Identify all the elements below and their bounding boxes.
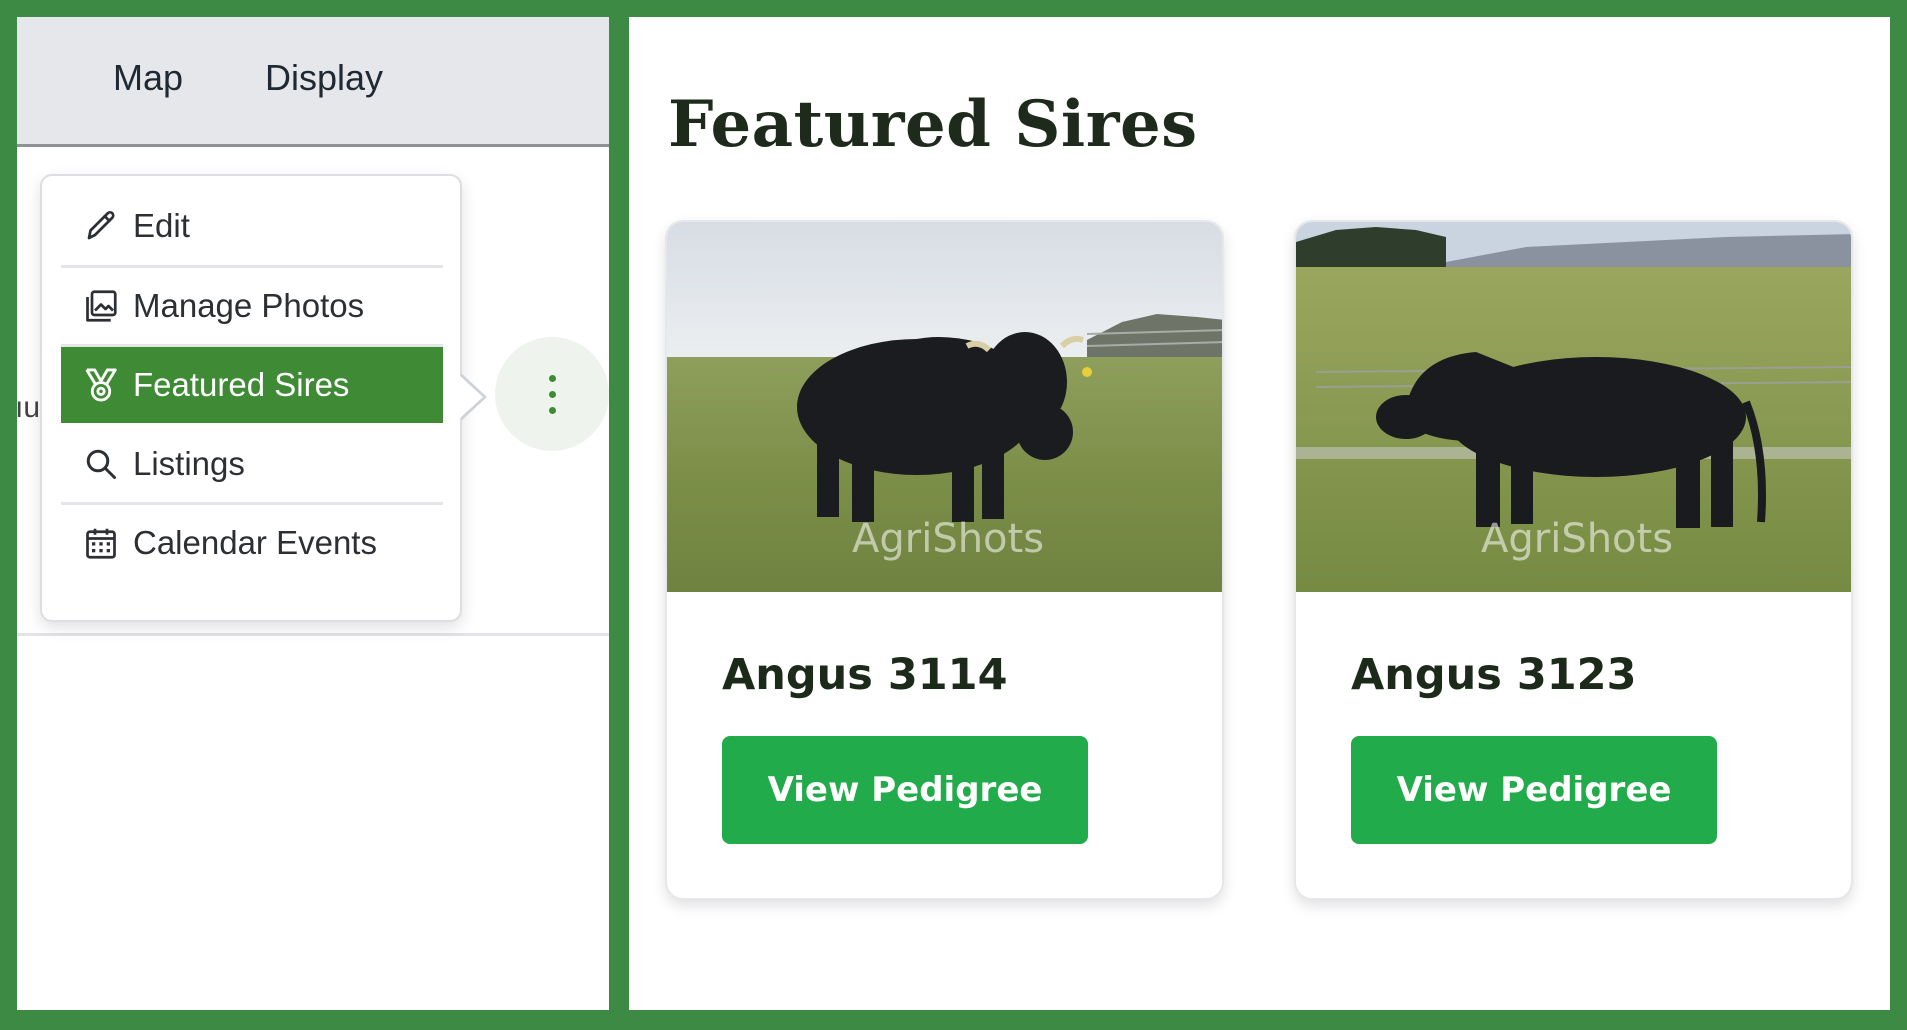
tab-map[interactable]: Map	[113, 57, 183, 99]
menu-item-edit[interactable]: Edit	[61, 188, 443, 264]
bull-photo: AgriShots	[667, 222, 1222, 592]
bull-photo: AgriShots	[1296, 222, 1851, 592]
menu-item-label: Calendar Events	[133, 524, 377, 561]
sire-name: Angus 3114	[722, 650, 1008, 700]
sire-card: AgriShots Angus 3114 View Pedigree	[665, 220, 1224, 900]
menu-item-featured-sires[interactable]: Featured Sires	[61, 347, 443, 423]
truncated-text: ıu	[17, 391, 41, 424]
popover-arrow	[459, 373, 487, 421]
search-icon	[81, 444, 121, 484]
menu-item-label: Featured Sires	[133, 366, 350, 403]
kebab-dot	[548, 406, 556, 414]
divider	[17, 633, 609, 636]
tab-display[interactable]: Display	[265, 57, 383, 99]
menu-item-label: Edit	[133, 207, 190, 244]
kebab-dot	[548, 390, 556, 398]
view-pedigree-button[interactable]: View Pedigree	[722, 736, 1088, 844]
sire-name: Angus 3123	[1351, 650, 1637, 700]
svg-text:AgriShots: AgriShots	[852, 516, 1044, 562]
view-pedigree-button[interactable]: View Pedigree	[1351, 736, 1717, 844]
menu-item-manage-photos[interactable]: Manage Photos	[61, 268, 443, 344]
tab-bar: Map Display	[17, 17, 609, 147]
menu-item-label: Manage Photos	[133, 287, 365, 324]
menu-item-calendar-events[interactable]: Calendar Events	[61, 505, 443, 581]
pencil-icon	[81, 206, 121, 246]
svg-text:AgriShots: AgriShots	[1481, 516, 1673, 562]
sire-card: AgriShots Angus 3123 View Pedigree	[1294, 220, 1853, 900]
context-menu: Edit Manage Photos Featured Sires Listin…	[40, 174, 462, 622]
menu-item-label: Listings	[133, 445, 245, 482]
calendar-icon	[81, 523, 121, 563]
photos-icon	[81, 286, 121, 326]
more-options-button[interactable]	[495, 337, 609, 451]
preview-panel: Featured Sires AgriShots Angus 3114 View…	[629, 17, 1890, 1010]
kebab-dot	[548, 374, 556, 382]
editor-panel: Map Display ıu Edit Manage Photos Featur…	[17, 17, 609, 1010]
section-title: Featured Sires	[668, 87, 1198, 162]
menu-item-listings[interactable]: Listings	[61, 426, 443, 502]
award-ribbon-icon	[81, 365, 121, 405]
